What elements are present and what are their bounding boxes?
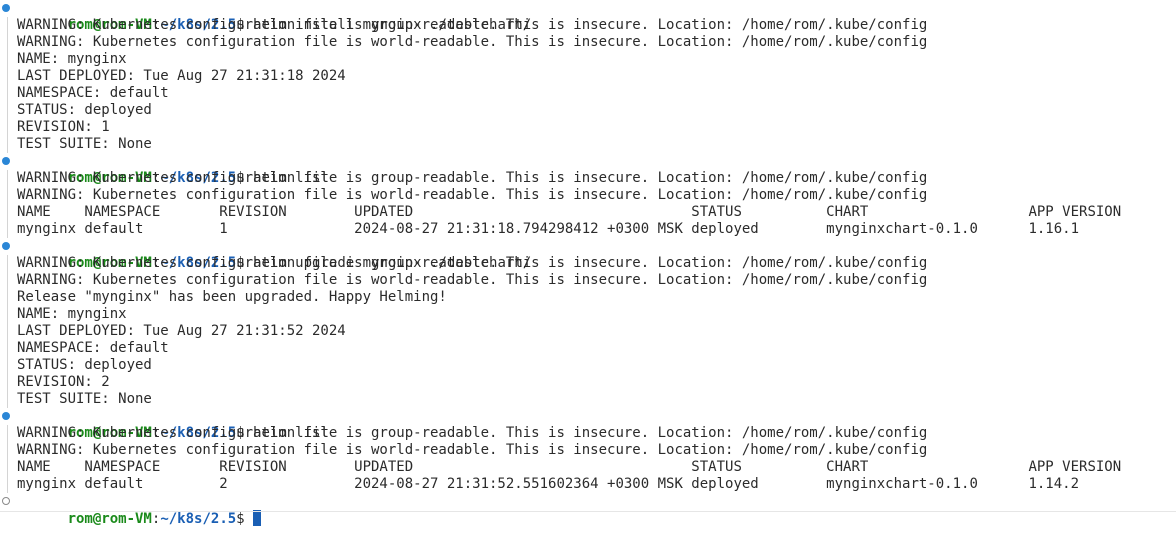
command-block: rom@rom-VM:~/k8s/2.5$ helm upgrade myngi…: [0, 238, 1176, 408]
command-block: rom@rom-VM:~/k8s/2.5$ helm list WARNING:…: [0, 153, 1176, 238]
prompt-line: rom@rom-VM:~/k8s/2.5$ helm install myngi…: [0, 0, 1176, 33]
table-header-line: NAME NAMESPACE REVISION UPDATED STATUS C…: [17, 459, 1122, 475]
active-prompt-block[interactable]: rom@rom-VM:~/k8s/2.5$: [0, 493, 1176, 527]
active-prompt-line[interactable]: rom@rom-VM:~/k8s/2.5$: [0, 493, 1176, 527]
output-line: REVISION: 2: [17, 374, 110, 390]
output-line: WARNING: Kubernetes configuration file i…: [17, 170, 928, 186]
output-line: Release "mynginx" has been upgraded. Hap…: [17, 289, 447, 305]
output-line: WARNING: Kubernetes configuration file i…: [17, 187, 928, 203]
prompt-user-host: rom@rom-VM: [67, 511, 152, 527]
output-line: STATUS: deployed: [17, 357, 152, 373]
output-line: TEST SUITE: None: [17, 136, 152, 152]
prompt-path: ~/k8s/2.5: [160, 511, 237, 527]
command-status-marker-icon[interactable]: [2, 242, 10, 250]
output-line: NAME: mynginx: [17, 51, 127, 67]
output-line: NAMESPACE: default: [17, 340, 169, 356]
prompt-line: rom@rom-VM:~/k8s/2.5$ helm upgrade myngi…: [0, 238, 1176, 271]
output-line: WARNING: Kubernetes configuration file i…: [17, 442, 928, 458]
output-line: WARNING: Kubernetes configuration file i…: [17, 272, 928, 288]
output-line: LAST DEPLOYED: Tue Aug 27 21:31:18 2024: [17, 68, 346, 84]
output-line: WARNING: Kubernetes configuration file i…: [17, 425, 928, 441]
command-pending-marker-icon: [2, 497, 10, 505]
prompt-line: rom@rom-VM:~/k8s/2.5$ helm list: [0, 408, 1176, 441]
terminal-window[interactable]: rom@rom-VM:~/k8s/2.5$ helm install myngi…: [0, 0, 1176, 527]
output-line: WARNING: Kubernetes configuration file i…: [17, 255, 928, 271]
output-line: NAMESPACE: default: [17, 85, 169, 101]
output-line: LAST DEPLOYED: Tue Aug 27 21:31:52 2024: [17, 323, 346, 339]
output-line: WARNING: Kubernetes configuration file i…: [17, 34, 928, 50]
output-line: NAME: mynginx: [17, 306, 127, 322]
prompt-line: rom@rom-VM:~/k8s/2.5$ helm list: [0, 153, 1176, 186]
table-row-line: mynginx default 1 2024-08-27 21:31:18.79…: [17, 221, 1080, 237]
command-status-marker-icon[interactable]: [2, 412, 10, 420]
terminal-bottom-divider: [0, 511, 1176, 512]
command-status-marker-icon[interactable]: [2, 157, 10, 165]
prompt-symbol: $: [236, 511, 254, 527]
text-cursor: [253, 510, 262, 526]
table-header-line: NAME NAMESPACE REVISION UPDATED STATUS C…: [17, 204, 1122, 220]
output-line: STATUS: deployed: [17, 102, 152, 118]
command-block: rom@rom-VM:~/k8s/2.5$ helm list WARNING:…: [0, 408, 1176, 493]
output-line: TEST SUITE: None: [17, 391, 152, 407]
command-status-marker-icon[interactable]: [2, 4, 10, 12]
output-line: REVISION: 1: [17, 119, 110, 135]
output-line: WARNING: Kubernetes configuration file i…: [17, 17, 928, 33]
table-row-line: mynginx default 2 2024-08-27 21:31:52.55…: [17, 476, 1080, 492]
command-block: rom@rom-VM:~/k8s/2.5$ helm install myngi…: [0, 0, 1176, 153]
